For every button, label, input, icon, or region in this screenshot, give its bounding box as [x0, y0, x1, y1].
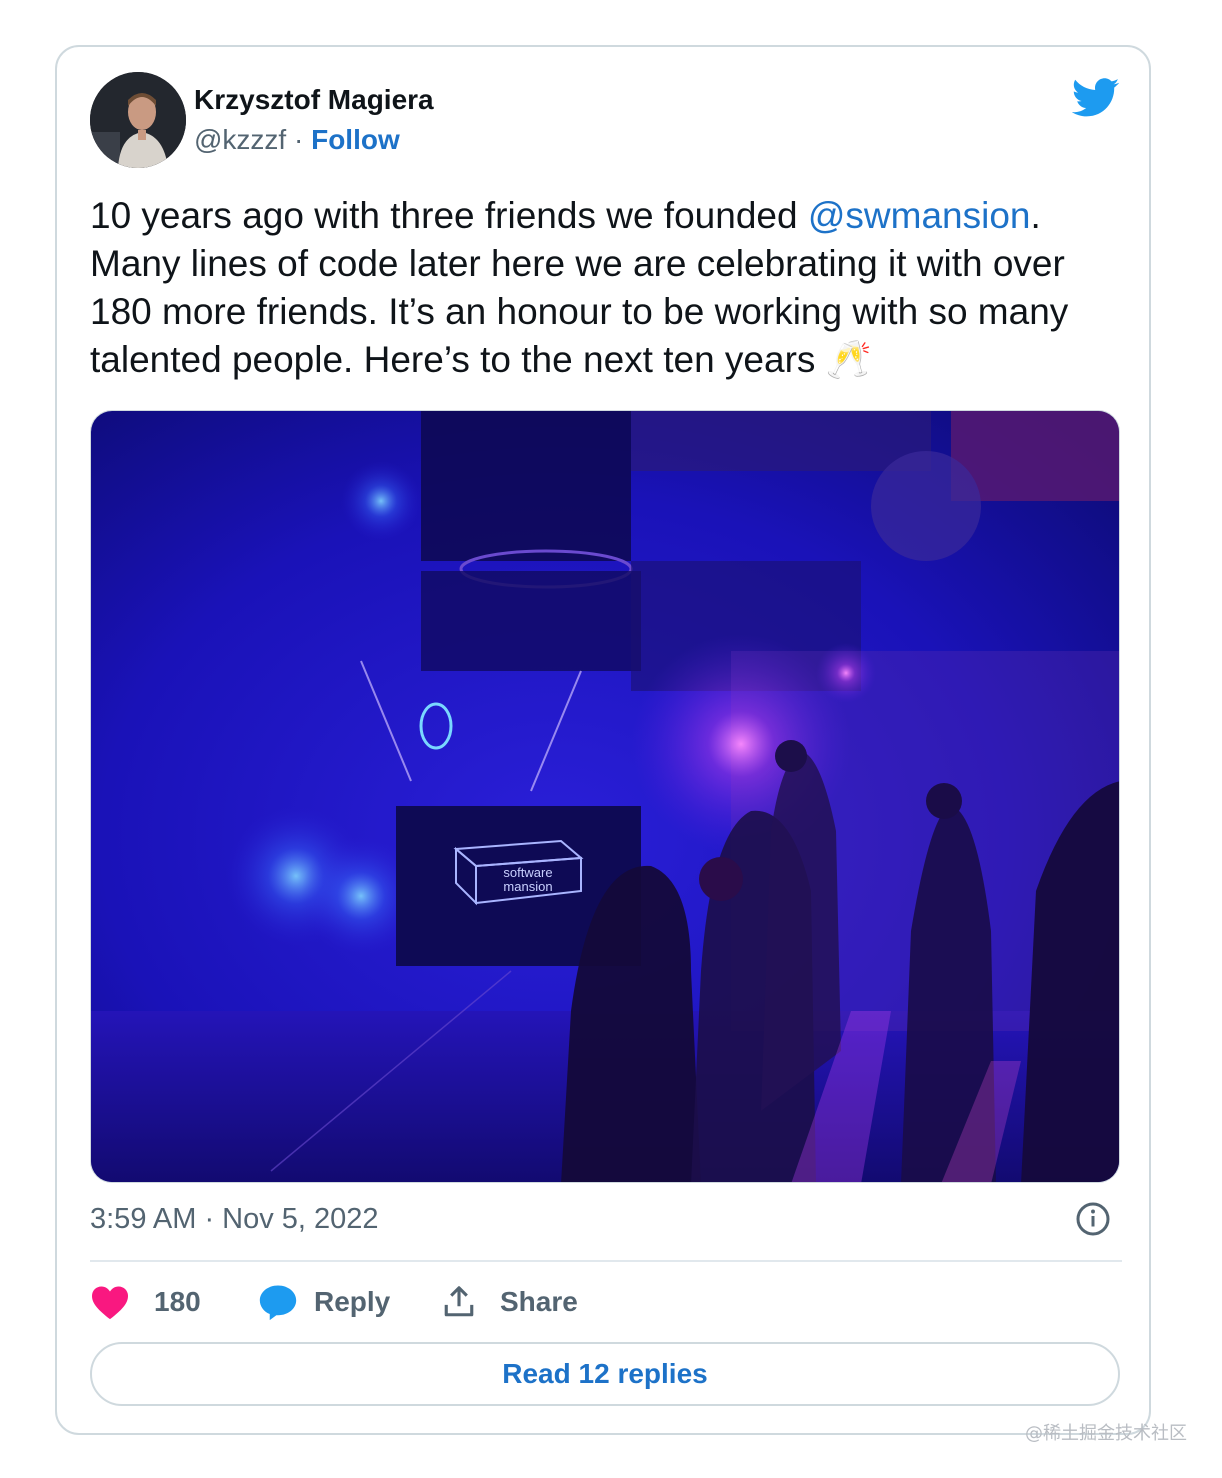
tweet-card: Krzysztof Magiera @kzzzf · Follow 10 yea… — [55, 45, 1151, 1435]
action-bar: 180 Reply Share — [90, 1279, 1120, 1325]
reply-button[interactable]: Reply — [258, 1279, 390, 1325]
watermark: @稀土掘金技术社区 — [1025, 1423, 1187, 1444]
sign-line-2: mansion — [503, 879, 552, 894]
twitter-bird-icon[interactable] — [1072, 78, 1120, 118]
handle-separator: · — [293, 124, 304, 155]
party-photo: software mansion — [91, 411, 1119, 1182]
heart-icon — [92, 1286, 128, 1320]
divider — [90, 1260, 1122, 1262]
like-count: 180 — [154, 1286, 201, 1317]
sign-line-1: software — [503, 865, 552, 880]
read-replies-button[interactable]: Read 12 replies — [90, 1342, 1120, 1406]
reply-label: Reply — [314, 1286, 391, 1317]
info-icon[interactable] — [1075, 1201, 1111, 1237]
author-handle-row: @kzzzf · Follow — [194, 124, 400, 156]
tweet-text: 10 years ago with three friends we found… — [90, 192, 1130, 384]
speech-bubble-icon — [259, 1285, 297, 1321]
tweet-photo[interactable]: software mansion — [90, 410, 1120, 1183]
share-upload-icon — [444, 1286, 474, 1317]
share-button[interactable]: Share — [442, 1279, 578, 1325]
author-avatar[interactable] — [90, 72, 186, 168]
follow-button[interactable]: Follow — [311, 124, 400, 155]
share-label: Share — [500, 1286, 578, 1317]
tweet-timestamp[interactable]: 3:59 AM · Nov 5, 2022 — [90, 1203, 379, 1236]
like-button[interactable]: 180 — [90, 1279, 201, 1325]
tweet-header: Krzysztof Magiera @kzzzf · Follow — [90, 72, 1120, 172]
clinking-glasses-emoji: 🥂 — [825, 339, 872, 380]
author-name[interactable]: Krzysztof Magiera — [194, 84, 434, 116]
tweet-text-part: 10 years ago with three friends we found… — [90, 195, 808, 236]
mention-link[interactable]: @swmansion — [808, 195, 1031, 236]
author-handle[interactable]: @kzzzf — [194, 124, 286, 155]
